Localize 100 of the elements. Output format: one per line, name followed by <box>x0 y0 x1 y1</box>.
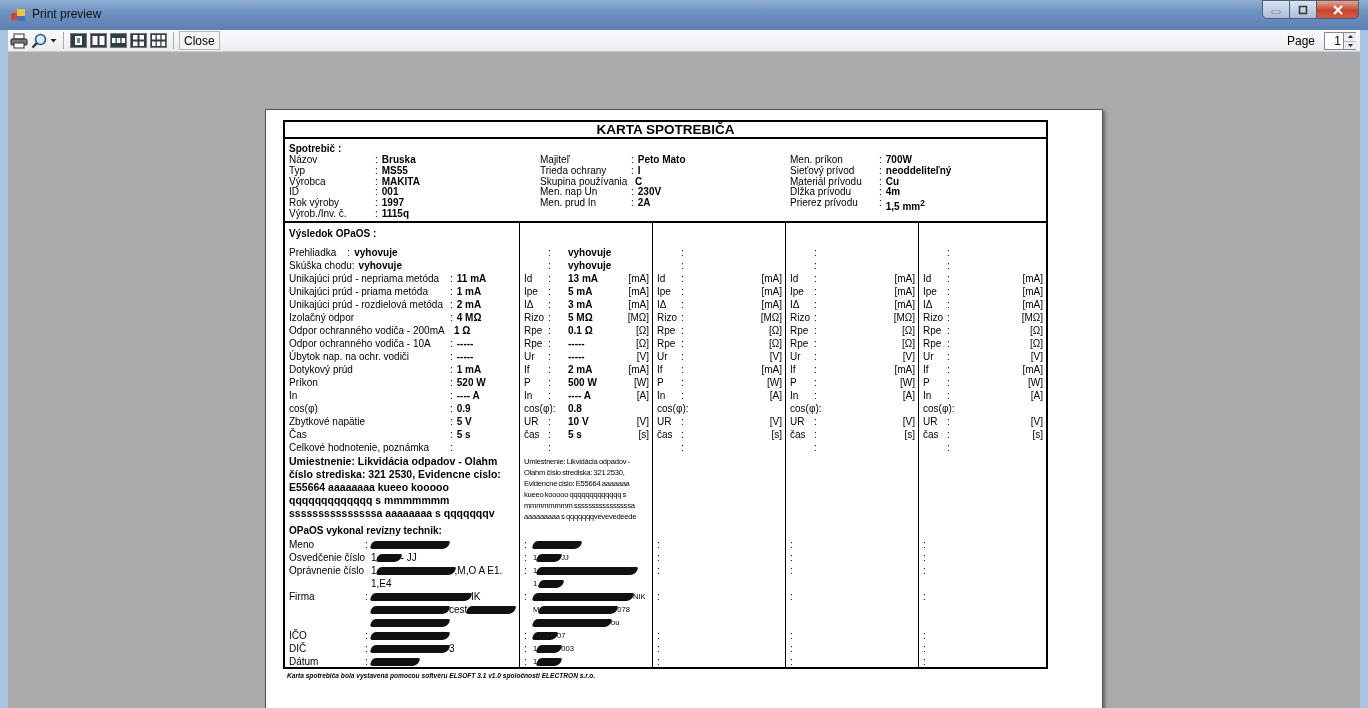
colon-mark: : <box>947 298 950 311</box>
colon-mark: : <box>681 272 684 285</box>
page-field[interactable]: 1 <box>1324 31 1344 50</box>
section-heading: Spotrebič : <box>289 143 343 155</box>
colon-mark: : <box>814 311 817 324</box>
one-page-icon[interactable] <box>70 33 87 48</box>
symbol-label: In <box>923 389 933 402</box>
field-value: ----- <box>568 337 586 350</box>
colon-mark: : <box>923 655 927 668</box>
colon-mark: : <box>681 428 684 441</box>
symbol-label: UR <box>524 415 540 428</box>
colon-mark: : <box>923 538 927 551</box>
colon-mark: : <box>951 402 955 415</box>
colon-mark: : <box>450 350 453 363</box>
colon-mark: : <box>681 350 684 363</box>
field-value: 2A <box>637 198 651 209</box>
colon-mark: : <box>450 402 453 415</box>
close-button[interactable]: Close <box>179 31 220 50</box>
colon-mark: : <box>790 538 794 551</box>
unit-label: [mA] <box>761 363 782 376</box>
symbol-label: IΔ <box>923 298 934 311</box>
colon-mark: : <box>657 564 661 578</box>
colon-mark: : <box>947 363 950 376</box>
field-label: Dĺžka prívodu <box>790 187 852 199</box>
colon-mark: : <box>879 155 882 166</box>
symbol-label: IΔ <box>524 298 535 311</box>
field-label: Dátum <box>289 655 320 668</box>
spin-down-button[interactable] <box>1344 40 1356 49</box>
symbol-label: Ipe <box>790 285 805 298</box>
three-pages-icon[interactable] <box>110 33 127 48</box>
colon-mark: : <box>524 590 528 604</box>
two-pages-icon[interactable] <box>90 33 107 48</box>
symbol-label: Ur <box>790 350 802 363</box>
colon-mark: : <box>450 376 453 389</box>
symbol-label: IΔ <box>657 298 668 311</box>
field-value: 2 mA <box>568 363 594 376</box>
colon-mark: : <box>365 590 369 604</box>
maximize-icon[interactable] <box>1297 4 1309 15</box>
six-pages-icon[interactable] <box>150 33 167 48</box>
field-value: 10 V <box>568 415 590 428</box>
colon-mark: : <box>548 428 551 441</box>
colon-mark: : <box>879 165 882 177</box>
minimize-button[interactable] <box>1262 0 1290 19</box>
symbol-label: Id <box>657 272 667 285</box>
unit-label: [Ω] <box>1029 337 1043 350</box>
colon-mark: : <box>548 415 551 428</box>
four-pages-icon[interactable] <box>130 33 147 48</box>
maximize-button[interactable] <box>1290 0 1317 19</box>
symbol-label: If <box>923 363 930 376</box>
unit-label: [MΩ] <box>760 311 782 324</box>
unit-label: [MΩ] <box>893 311 915 324</box>
symbol-label: Ipe <box>524 285 539 298</box>
field-label: Sieťový prívod <box>790 165 856 177</box>
down-arrow-icon[interactable] <box>1347 43 1353 47</box>
field-label: Prierez prívodu <box>790 198 859 211</box>
window-icon <box>10 7 26 23</box>
up-arrow-icon[interactable] <box>1347 35 1353 38</box>
colon-mark: : <box>814 428 817 441</box>
field-label: Materiál prívodu <box>790 176 863 188</box>
field-value: ----- <box>456 337 474 350</box>
field-label: Výrob./Inv. č. <box>289 209 348 220</box>
symbol-label: P <box>524 376 532 389</box>
symbol-label: cos(φ) <box>790 402 819 415</box>
unit-label: [A] <box>902 389 915 402</box>
close-icon[interactable] <box>1331 4 1344 15</box>
field-label: Rok výroby <box>289 198 339 209</box>
sheet-title: KARTA SPOTREBIČA <box>596 122 735 137</box>
caret-icon[interactable] <box>50 38 57 43</box>
colon-mark: : <box>552 402 556 415</box>
colon-mark: : <box>631 198 634 209</box>
colon-mark: : <box>790 551 794 564</box>
unit-label: [V] <box>769 415 782 428</box>
colon-mark: : <box>814 259 817 272</box>
spin-up-button[interactable] <box>1344 32 1356 41</box>
colon-mark: : <box>947 311 950 324</box>
colon-mark: : <box>365 538 369 551</box>
unit-label: [Ω] <box>901 337 915 350</box>
colon-mark: : <box>947 415 950 428</box>
field-value: 1997 <box>381 198 405 209</box>
field-value: 1 <box>371 564 377 577</box>
close-button[interactable] <box>1317 0 1359 19</box>
symbol-label: If <box>524 363 531 376</box>
symbol-label: Rpe <box>923 337 943 350</box>
search-icon[interactable] <box>31 32 47 49</box>
field-value: 1115q <box>381 209 410 220</box>
symbol-label: Rizo <box>923 311 944 324</box>
printer-icon[interactable] <box>10 32 28 49</box>
colon-mark: : <box>524 551 528 564</box>
unit-label: [W] <box>900 376 915 389</box>
field-label: DIČ <box>289 642 308 655</box>
colon-mark: : <box>814 246 817 259</box>
field-value: 4m <box>885 187 901 199</box>
unit-label: [A] <box>769 389 782 402</box>
colon-mark: : <box>375 155 378 166</box>
symbol-label: Id <box>790 272 800 285</box>
unit-label: [W] <box>767 376 782 389</box>
colon-mark: : <box>923 551 927 564</box>
colon-mark: : <box>681 415 684 428</box>
field-value: Peto Mato <box>637 155 686 166</box>
colon-mark: : <box>923 564 927 578</box>
